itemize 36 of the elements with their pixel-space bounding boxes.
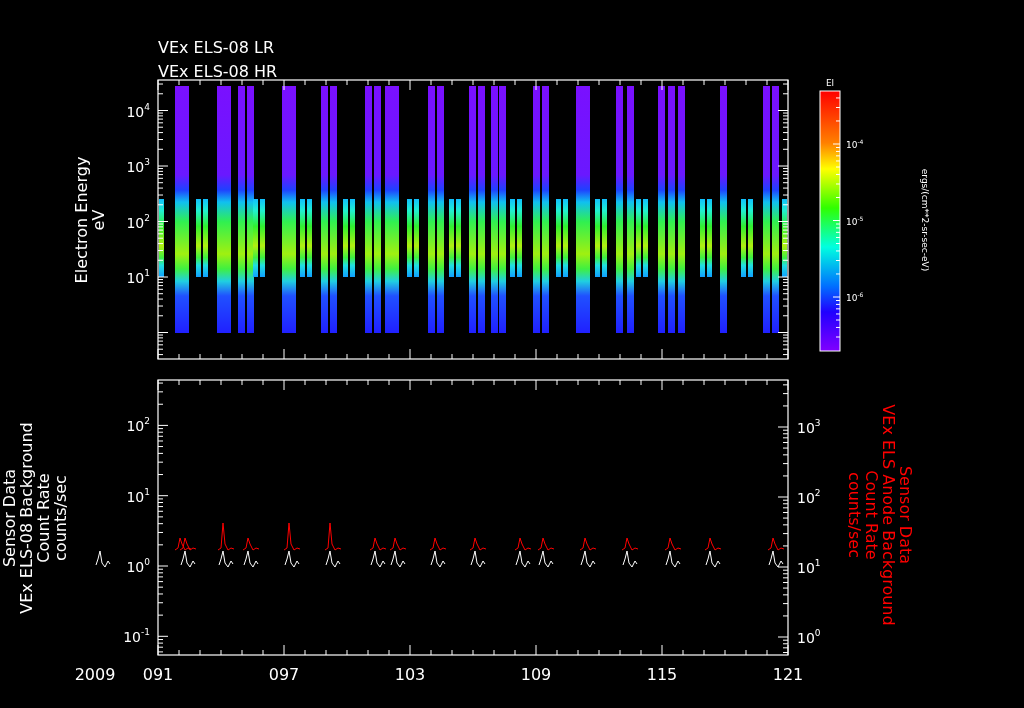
panel-title: VEx ELS-08 HR bbox=[158, 62, 278, 81]
year-label: 2009 bbox=[74, 665, 116, 684]
colorbar-unit-label: ergs/(cm**2-sr-sec-eV) bbox=[920, 168, 930, 272]
axis-tick-label: 10$^{0}$ bbox=[797, 628, 821, 646]
axis-label: Sensor Data bbox=[896, 465, 915, 565]
axis-tick-label: 10$^{2}$ bbox=[797, 488, 821, 506]
axis-tick-label: 10$^{-1}$ bbox=[123, 627, 150, 646]
axis-tick-label: 10$^{2}$ bbox=[126, 416, 150, 435]
axis-tick-label: 10$^{3}$ bbox=[797, 418, 821, 436]
axis-label: Sensor Data bbox=[0, 468, 19, 568]
axis-tick-label: 091 bbox=[142, 665, 174, 684]
colorbar-tick-label: 10$^{-5}$ bbox=[846, 214, 864, 227]
axis-tick-label: 10$^{2}$ bbox=[126, 212, 150, 231]
axis-label: VEx ELS-08 Background bbox=[17, 422, 36, 614]
colorbar-title: El bbox=[825, 78, 835, 88]
colorbar-tick-label: 10$^{-4}$ bbox=[846, 138, 864, 150]
axis-label: eV bbox=[89, 209, 108, 231]
axis-label: counts/sec bbox=[845, 472, 864, 558]
axis-tick-label: 097 bbox=[268, 665, 300, 684]
axis-tick-label: 10$^{0}$ bbox=[126, 557, 150, 575]
axis-tick-label: 10$^{1}$ bbox=[797, 558, 821, 576]
axis-label: Electron Energy bbox=[72, 156, 91, 284]
axis-tick-label: 10$^{3}$ bbox=[126, 157, 150, 175]
axis-tick-label: 10$^{4}$ bbox=[126, 101, 150, 120]
axis-label: Count Rate bbox=[862, 470, 881, 560]
axis-tick-label: 121 bbox=[772, 665, 804, 684]
axis-tick-label: 10$^{1}$ bbox=[126, 268, 150, 286]
axis-label: VEx ELS Anode Background bbox=[879, 404, 898, 626]
axis-tick-label: 103 bbox=[394, 665, 426, 684]
axis-tick-label: 109 bbox=[520, 665, 552, 684]
panel-title: VEx ELS-08 LR bbox=[158, 38, 275, 57]
colorbar-tick-label: 10$^{-6}$ bbox=[846, 291, 864, 303]
axis-tick-label: 10$^{1}$ bbox=[126, 486, 150, 505]
axis-label: counts/sec bbox=[51, 475, 70, 561]
axis-tick-label: 115 bbox=[646, 665, 678, 684]
axis-label: Count Rate bbox=[34, 473, 53, 563]
